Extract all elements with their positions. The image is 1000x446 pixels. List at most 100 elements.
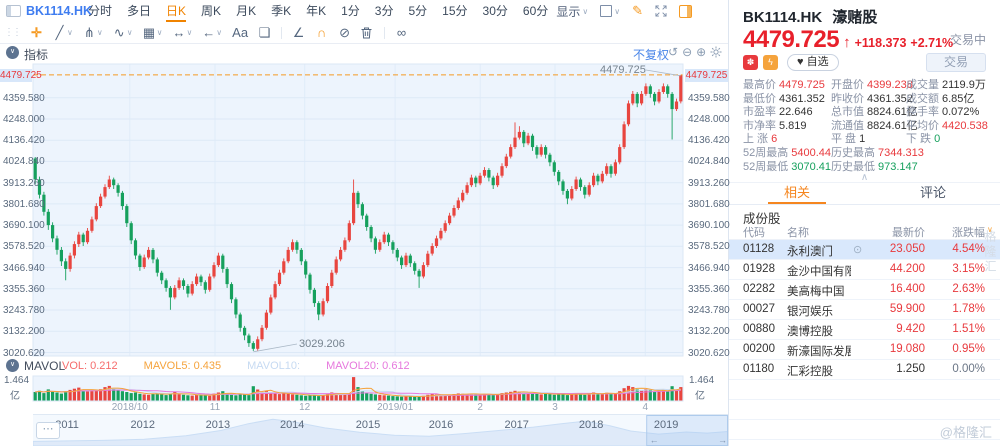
last-price: 4479.725: [743, 26, 839, 54]
adjust-mode-button[interactable]: 不复权: [633, 46, 669, 63]
y-axis-label: 3132.200: [688, 326, 730, 337]
time-navigator[interactable]: 201120122013201420152016201720182019 ⋯ ←…: [33, 414, 728, 446]
y-axis-label: 3466.940: [3, 263, 45, 274]
tab-分时[interactable]: 分时: [88, 0, 112, 22]
drawing-toolbar: ⋮⋮ ✛╱∨⋔∨∿∨▦∨↔∨←∨Aa❏∠∩⊘∞: [0, 22, 728, 44]
year-label-2017: 2017: [504, 419, 528, 431]
tab-60分[interactable]: 60分: [523, 0, 548, 22]
quote-price-row: 4479.725 ↑ +118.373 +2.71%: [743, 26, 953, 54]
y-axis-label: 3466.940: [688, 263, 730, 274]
pitchfork-tool-icon[interactable]: ⋔∨: [83, 23, 103, 43]
display-label: 显示: [556, 3, 580, 20]
volume-legend-item: MAVOL5: 0.435: [144, 360, 221, 372]
x-axis-label: 2018/10: [112, 402, 148, 413]
stat-52周最低: 52周最低3070.41: [743, 158, 831, 174]
col-name: 名称: [787, 224, 809, 240]
chart-style-icon: [600, 5, 612, 17]
measure-tool-icon[interactable]: ↔∨: [172, 23, 192, 43]
col-change-sort[interactable]: 涨跌幅: [925, 224, 985, 240]
chart-style-dropdown[interactable]: ∨: [600, 5, 620, 17]
tab-多日[interactable]: 多日: [127, 0, 151, 22]
navigator-drag-handle[interactable]: ⋯: [36, 422, 60, 439]
quote-stats: 最高价4479.725开盘价4399.238成交量2119.9万最低价4361.…: [743, 76, 993, 171]
quote-title: BK1114.HK 濠赌股: [743, 6, 877, 27]
y-axis-label: 4248.000: [688, 114, 730, 125]
y-axis-label: 4136.420: [3, 135, 45, 146]
year-label-2018: 2018: [579, 419, 603, 431]
tab-日K[interactable]: 日K: [166, 0, 186, 22]
volume-legend-item: MAVOL20: 0.612: [326, 360, 410, 372]
y-axis-label: 3355.360: [688, 284, 730, 295]
tab-30分[interactable]: 30分: [483, 0, 508, 22]
trade-button[interactable]: 交易: [926, 53, 986, 72]
toolbar-separator: [384, 27, 385, 39]
quote-tabs: 相关评论: [729, 182, 1000, 205]
top-bar-right: 显示∨ ∨ ✎: [556, 0, 692, 22]
tab-季K[interactable]: 季K: [271, 0, 291, 22]
up-arrow-icon: ↑: [843, 34, 851, 51]
high-annotation: 4479.725: [600, 64, 646, 76]
watch-eye-icon[interactable]: ⊙: [853, 243, 862, 256]
undo-icon[interactable]: ↺: [668, 45, 678, 59]
constituent-row-00027[interactable]: 00027银河娱乐59.9001.78%: [729, 300, 1000, 320]
y-axis-label: 3801.680: [688, 199, 730, 210]
constituent-row-01128[interactable]: 01128永利澳门23.0504.54%⊙: [729, 240, 1000, 260]
constituents-table: 01128永利澳门23.0504.54%⊙01928金沙中国有限公...44.2…: [729, 240, 1000, 446]
price-change: +118.373: [855, 36, 907, 50]
y-axis-label: 4136.420: [688, 135, 730, 146]
quote-tab-相关[interactable]: 相关: [729, 183, 865, 204]
empty-row: [729, 380, 1000, 400]
stats-row: 最低价4361.352昨收价4361.352成交额6.85亿: [743, 90, 993, 104]
y-axis-label: 3913.260: [688, 178, 730, 189]
col-price: 最新价: [859, 224, 925, 240]
arrow-tool-icon[interactable]: ←∨: [202, 23, 222, 43]
tab-1分[interactable]: 1分: [341, 0, 360, 22]
year-label-2016: 2016: [429, 419, 453, 431]
tab-3分[interactable]: 3分: [375, 0, 394, 22]
constituent-row-01180[interactable]: 01180汇彩控股1.2500.00%: [729, 360, 1000, 380]
stats-row: 上 涨6平 盘1下 跌0: [743, 130, 993, 144]
flash-badge: ϟ: [763, 55, 778, 70]
pattern-tool-icon[interactable]: ▦∨: [143, 23, 163, 43]
y-axis-label: 3690.100: [688, 220, 730, 231]
constituent-row-02282[interactable]: 02282美高梅中国16.4002.63%: [729, 280, 1000, 300]
y-axis-label: 3690.100: [3, 220, 45, 231]
y-axis-label: 3020.620: [3, 348, 45, 359]
chevron-down-icon: ∨: [582, 7, 588, 16]
x-axis-label: 2: [477, 402, 483, 413]
low-annotation: 3029.206: [299, 338, 345, 350]
text-tool-icon[interactable]: Aa: [232, 23, 248, 43]
comment-tool-icon[interactable]: ❏: [258, 23, 271, 43]
tab-周K[interactable]: 周K: [201, 0, 221, 22]
hide-drawings-icon[interactable]: ⊘: [338, 23, 351, 43]
tab-月K[interactable]: 月K: [236, 0, 256, 22]
delete-drawings-icon[interactable]: [361, 27, 374, 39]
constituent-row-00880[interactable]: 00880澳博控股9.4201.51%: [729, 320, 1000, 340]
tab-年K[interactable]: 年K: [306, 0, 326, 22]
y-axis-right: 4359.5804248.0004136.4204024.8403913.260…: [688, 0, 728, 446]
pencil-icon[interactable]: ✎: [632, 3, 643, 19]
navigator-left-arrow[interactable]: ←: [650, 435, 659, 445]
magnet-tool-icon[interactable]: ∩: [315, 23, 328, 43]
quote-panel: BK1114.HK 濠赌股 交易中 4479.725 ↑ +118.373 +2…: [728, 0, 1000, 446]
link-tool-icon[interactable]: ∞: [395, 23, 408, 43]
tab-15分[interactable]: 15分: [442, 0, 467, 22]
fullscreen-icon[interactable]: [655, 5, 667, 17]
constituent-row-00200[interactable]: 00200新濠国际发展19.0800.95%: [729, 340, 1000, 360]
quote-tab-评论[interactable]: 评论: [865, 183, 1000, 204]
angle-tool-icon[interactable]: ∠: [292, 23, 305, 43]
add-watchlist-button[interactable]: ♥ 自选: [787, 54, 839, 71]
symbol-label[interactable]: BK1114.HK: [26, 4, 92, 18]
constituent-row-01928[interactable]: 01928金沙中国有限公...44.2003.15%: [729, 260, 1000, 280]
trading-status: 交易中: [950, 31, 986, 48]
trendline-tool-icon[interactable]: ╱∨: [53, 23, 73, 43]
y-axis-label: 4248.000: [3, 114, 45, 125]
wave-tool-icon[interactable]: ∿∨: [113, 23, 133, 43]
display-dropdown[interactable]: 显示∨: [556, 3, 588, 20]
y-axis-label: 4024.840: [3, 156, 45, 167]
side-watermark: 格隆汇: [982, 230, 999, 275]
tab-5分[interactable]: 5分: [408, 0, 427, 22]
empty-row: [729, 400, 1000, 420]
y-axis-label: 3913.260: [3, 178, 45, 189]
col-code: 代码: [743, 224, 765, 240]
